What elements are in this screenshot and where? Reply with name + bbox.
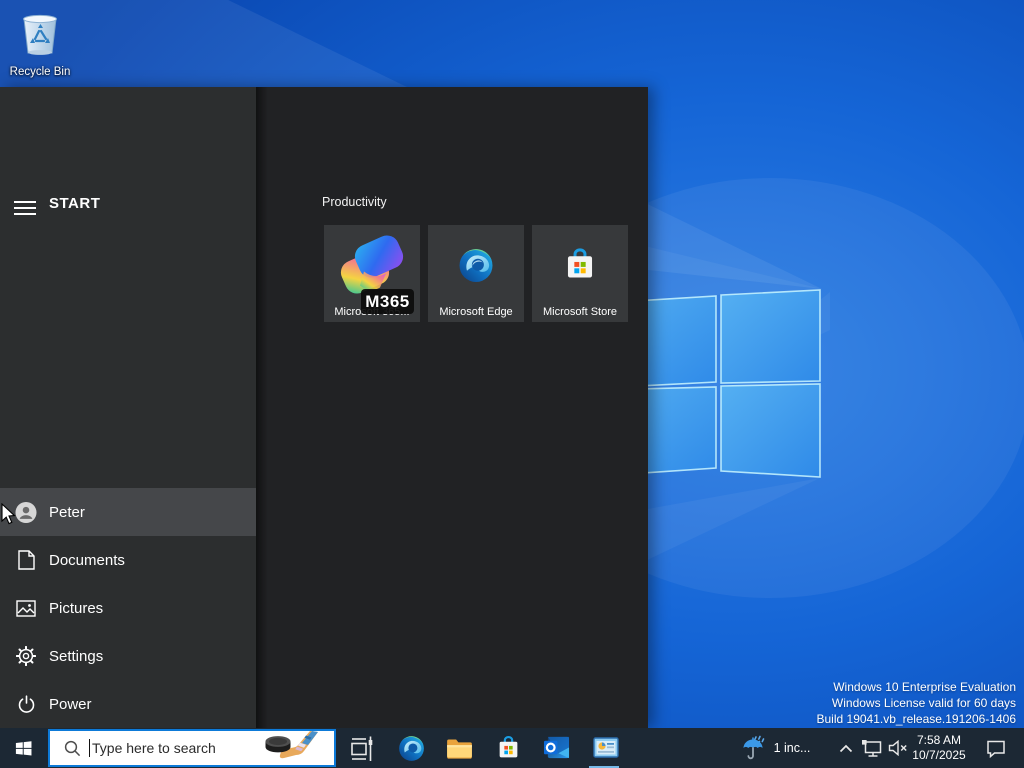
m365-badge: M365 — [361, 289, 414, 314]
recycle-bin-icon — [23, 14, 57, 55]
text-caret — [89, 739, 90, 757]
sidebar-item-settings[interactable]: Settings — [0, 632, 256, 680]
document-icon — [15, 550, 37, 570]
sidebar-item-label: Documents — [49, 551, 125, 569]
tile-group-label: Productivity — [322, 195, 387, 209]
evaluation-watermark: Windows 10 Enterprise Evaluation Windows… — [817, 679, 1017, 727]
edge-icon — [399, 735, 424, 761]
sidebar-item-label: Pictures — [49, 599, 104, 617]
sidebar-item-label: Power — [49, 695, 92, 713]
task-view-icon — [350, 736, 372, 761]
sidebar-item-label: Settings — [49, 647, 104, 665]
taskbar-clock[interactable]: 7:58 AM 10/7/2025 — [906, 728, 972, 768]
recycle-bin-desktop-icon[interactable]: Recycle Bin — [8, 10, 72, 78]
taskbar-edge-button[interactable] — [388, 728, 435, 768]
chevron-up-icon — [839, 744, 853, 752]
taskbar-search-box[interactable] — [48, 729, 336, 767]
store-logo-icon — [563, 247, 597, 288]
hockey-stick-and-puck-icon — [265, 731, 318, 759]
store-icon — [499, 735, 518, 757]
action-center-button[interactable] — [976, 728, 1016, 768]
start-menu: START Peter Documents Pictures Settings … — [0, 87, 648, 728]
clock-time: 7:58 AM — [916, 733, 962, 747]
desktop-screen: Recycle Bin Windows 10 Enterprise Evalua… — [0, 0, 1024, 768]
taskbar-store-button[interactable] — [485, 728, 532, 768]
search-input[interactable] — [92, 740, 262, 756]
tile-label: Microsoft Store — [543, 306, 617, 318]
recycle-bin-label: Recycle Bin — [9, 66, 71, 78]
tile-microsoft-365[interactable]: M365 Microsoft 365... — [324, 225, 420, 322]
sidebar-item-label: Peter — [49, 503, 85, 521]
tile-microsoft-edge[interactable]: Microsoft Edge — [428, 225, 524, 322]
volume-muted-icon — [888, 740, 907, 756]
ethernet-icon — [862, 739, 882, 757]
sidebar-item-user[interactable]: Peter — [0, 488, 256, 536]
windows-flag-icon — [15, 740, 31, 756]
weather-widget[interactable]: 1 inc... — [738, 728, 814, 768]
file-explorer-icon — [447, 739, 472, 759]
start-button[interactable] — [0, 728, 46, 768]
sidebar-item-pictures[interactable]: Pictures — [0, 584, 256, 632]
tile-microsoft-store[interactable]: Microsoft Store — [532, 225, 628, 322]
taskbar-file-explorer-button[interactable] — [436, 728, 483, 768]
show-hidden-icons-button[interactable] — [832, 728, 860, 768]
network-tray-button[interactable] — [858, 728, 886, 768]
edge-logo-icon — [458, 247, 494, 288]
sidebar-item-documents[interactable]: Documents — [0, 536, 256, 584]
weather-text: 1 inc... — [773, 741, 811, 755]
watermark-line1: Windows 10 Enterprise Evaluation — [833, 680, 1016, 694]
hamburger-menu-button[interactable] — [12, 191, 38, 217]
start-menu-title: START — [49, 195, 101, 212]
pictures-icon — [15, 599, 37, 617]
umbrella-rain-icon — [743, 735, 764, 760]
user-avatar-icon — [15, 501, 37, 524]
gear-icon — [15, 646, 37, 666]
outlook-icon — [543, 736, 570, 759]
clock-date: 10/7/2025 — [912, 748, 966, 762]
rail-body-divider — [256, 87, 268, 728]
sidebar-item-power[interactable]: Power — [0, 680, 256, 728]
watermark-line3: Build 19041.vb_release.191206-1406 — [816, 712, 1017, 726]
taskbar: 1 inc... 7:58 — [0, 728, 1024, 768]
running-app-window-icon — [592, 737, 619, 758]
power-icon — [15, 694, 37, 714]
taskbar-outlook-button[interactable] — [533, 728, 580, 768]
tile-label: Microsoft Edge — [439, 306, 513, 318]
taskbar-running-app-button[interactable] — [582, 728, 629, 768]
watermark-line2: Windows License valid for 60 days — [831, 696, 1016, 710]
search-icon — [64, 740, 81, 756]
task-view-button[interactable] — [338, 728, 385, 768]
action-center-icon — [987, 740, 1005, 758]
